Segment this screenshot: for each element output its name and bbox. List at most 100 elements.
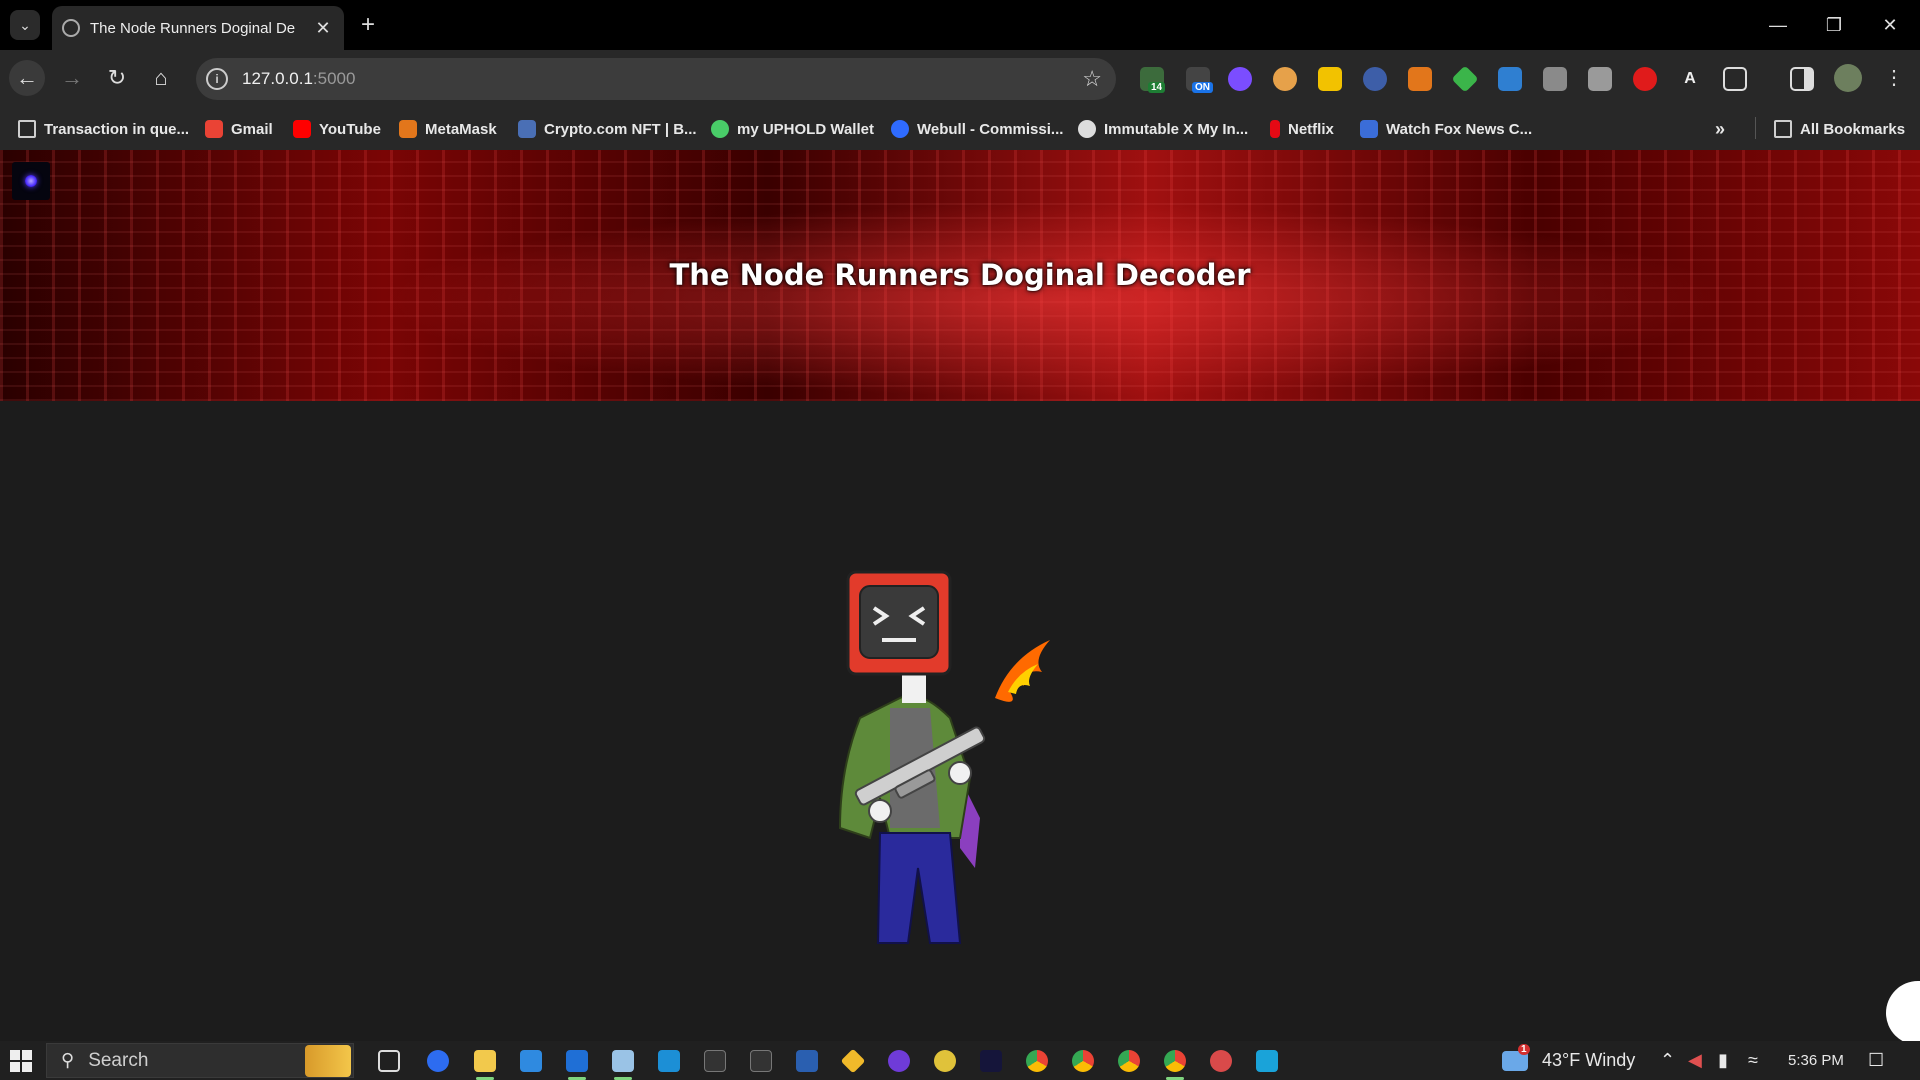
menu-kebab-icon[interactable]: ⋮ [1876,60,1912,96]
extension-icon[interactable] [1588,67,1612,91]
immutable-icon [1078,120,1096,138]
volume-muted-icon[interactable]: ◀ [1688,1041,1702,1080]
windows-start-icon[interactable] [10,1050,32,1072]
folder-icon [1774,120,1792,138]
close-window-button[interactable]: ✕ [1862,0,1918,50]
file-explorer-icon[interactable] [474,1050,496,1072]
tab-strip: ⌄ The Node Runners Doginal De ✕ + — ❐ ✕ [0,0,1920,50]
new-tab-button[interactable]: + [353,10,383,40]
bookmark-item[interactable]: Netflix [1270,117,1334,141]
app-icon[interactable] [612,1050,634,1072]
extension-icon[interactable] [1363,67,1387,91]
browser-toolbar: ← → ↻ ⌂ i 127.0.0.1:5000 ☆ 14 ON A ⋮ [0,50,1920,108]
app-icon[interactable] [840,1048,866,1074]
bookmark-item[interactable]: Transaction in que... [18,117,189,141]
close-tab-icon[interactable]: ✕ [312,18,334,39]
windows-taskbar: ⚲ Search 1 43°F Windy ⌃ ◀ ▮ ≈ 5:36 PM ☐ [0,1041,1920,1080]
app-icon[interactable] [888,1050,910,1072]
bookmark-item[interactable]: Webull - Commissi... [891,117,1063,141]
search-icon: ⚲ [61,1050,75,1070]
metamask-icon [399,120,417,138]
all-bookmarks-button[interactable]: All Bookmarks [1774,117,1905,141]
app-icon[interactable] [934,1050,956,1072]
bookmark-item[interactable]: YouTube [293,117,381,141]
minimize-button[interactable]: — [1750,0,1806,50]
page-title: The Node Runners Doginal Decoder [669,258,1251,292]
uphold-icon [711,120,729,138]
bookmark-item[interactable]: Watch Fox News C... [1360,117,1532,141]
terminal-icon[interactable] [704,1050,726,1072]
app-icon[interactable] [980,1050,1002,1072]
weather-alert-badge: 1 [1518,1044,1530,1055]
tab-title: The Node Runners Doginal De [90,19,296,37]
bookmark-item[interactable]: my UPHOLD Wallet [711,117,874,141]
bookmarks-bar: Transaction in que... Gmail YouTube Meta… [0,108,1920,150]
bookmark-item[interactable]: Crypto.com NFT | B... [518,117,697,141]
app-store-icon[interactable] [658,1050,680,1072]
extension-badge: ON [1192,82,1213,93]
task-view-icon[interactable] [378,1050,400,1072]
restore-button[interactable]: ❐ [1806,0,1862,50]
bookmark-star-icon[interactable]: ☆ [1082,66,1102,92]
metamask-extension-icon[interactable] [1408,67,1432,91]
chrome-icon[interactable] [1072,1050,1094,1072]
chevron-down-icon: ⌄ [19,16,31,33]
globe-icon [62,19,80,37]
bookmark-item[interactable]: Immutable X My In... [1078,117,1248,141]
side-panel-icon[interactable] [1790,67,1814,91]
bookmark-item[interactable]: Gmail [205,117,273,141]
extension-icon[interactable] [1273,67,1297,91]
search-highlight-icon[interactable] [305,1045,351,1077]
extension-icon[interactable] [1318,67,1342,91]
weather-text[interactable]: 43°F Windy [1542,1041,1635,1080]
chrome-icon[interactable] [1118,1050,1140,1072]
folder-icon [18,120,36,138]
extension-icon[interactable]: A [1678,67,1702,91]
site-info-icon[interactable]: i [206,68,228,90]
tab-search-button[interactable]: ⌄ [10,10,40,40]
mail-icon[interactable] [520,1050,542,1072]
active-tab[interactable]: The Node Runners Doginal De ✕ [52,6,344,50]
app-icon[interactable] [566,1050,588,1072]
more-bookmarks-chevron-icon[interactable]: » [1715,117,1725,141]
chrome-icon[interactable] [1164,1050,1186,1072]
chat-widget-button[interactable] [1886,981,1920,1041]
header-banner: The Node Runners Doginal Decoder [0,150,1920,401]
extension-badge: 14 [1148,82,1166,93]
extension-icon[interactable] [1633,67,1657,91]
clock[interactable]: 5:36 PM [1788,1041,1844,1080]
tray-overflow-chevron-icon[interactable]: ⌃ [1660,1041,1675,1080]
url-text[interactable]: 127.0.0.1:5000 [242,69,1082,89]
profile-avatar[interactable] [1834,64,1862,92]
terminal-icon[interactable] [750,1050,772,1072]
bookmark-item[interactable]: MetaMask [399,117,497,141]
extension-icon[interactable] [1498,67,1522,91]
address-bar[interactable]: i 127.0.0.1:5000 ☆ [196,58,1116,100]
site-logo[interactable] [12,162,50,200]
fox-icon [1360,120,1378,138]
home-button[interactable]: ⌂ [143,60,179,96]
cryptocom-icon [518,120,536,138]
netflix-icon [1270,120,1280,138]
extensions-puzzle-icon[interactable] [1723,67,1747,91]
notifications-icon[interactable]: ☐ [1868,1041,1884,1080]
back-button[interactable]: ← [9,60,45,96]
chrome-icon[interactable] [1026,1050,1048,1072]
wifi-icon[interactable]: ≈ [1748,1041,1758,1080]
bookmarks-divider [1755,117,1756,139]
extension-icon[interactable] [1543,67,1567,91]
zoom-icon[interactable] [427,1050,449,1072]
forward-button[interactable]: → [54,60,90,96]
reload-button[interactable]: ↻ [99,60,135,96]
extension-icon[interactable] [1228,67,1252,91]
app-icon[interactable] [1256,1050,1278,1072]
app-icon[interactable] [1210,1050,1232,1072]
youtube-icon [293,120,311,138]
webull-icon [891,120,909,138]
extension-icon[interactable] [1451,65,1479,93]
battery-icon[interactable]: ▮ [1718,1041,1728,1080]
gmail-icon [205,120,223,138]
powershell-icon[interactable] [796,1050,818,1072]
character-image [838,570,1050,944]
page-content: The Node Runners Doginal Decoder [0,150,1920,1041]
